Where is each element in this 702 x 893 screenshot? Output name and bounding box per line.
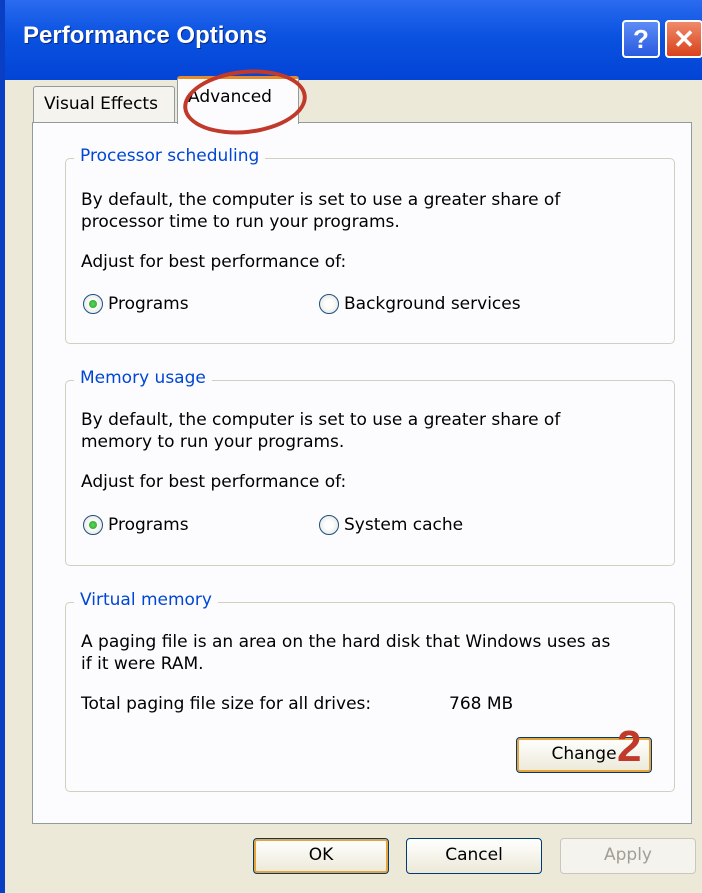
processor-background-label[interactable]: Background services xyxy=(344,293,521,315)
cancel-button[interactable]: Cancel xyxy=(406,838,542,874)
close-button[interactable]: ✕ xyxy=(665,20,702,58)
ok-button[interactable]: OK xyxy=(253,838,389,874)
apply-button-label: Apply xyxy=(604,845,652,865)
help-button[interactable]: ? xyxy=(622,20,660,58)
title-bar[interactable]: Performance Options ? ✕ xyxy=(5,0,702,80)
radio-selected-dot xyxy=(89,300,97,308)
memory-system-cache-label[interactable]: System cache xyxy=(344,514,463,536)
processor-background-radio[interactable] xyxy=(319,294,339,314)
annotation-step-two: 2 xyxy=(617,722,642,771)
radio-selected-dot xyxy=(89,521,97,529)
processor-desc-line1: By default, the computer is set to use a… xyxy=(81,190,561,210)
memory-usage-legend: Memory usage xyxy=(74,368,212,388)
virtual-memory-group: Virtual memory A paging file is an area … xyxy=(65,590,675,792)
apply-button[interactable]: Apply xyxy=(560,838,696,874)
memory-programs-label[interactable]: Programs xyxy=(108,514,189,536)
memory-desc-line2: memory to run your programs. xyxy=(81,432,345,452)
close-icon: ✕ xyxy=(673,24,695,54)
processor-programs-radio[interactable] xyxy=(83,294,103,314)
memory-adjust-label: Adjust for best performance of: xyxy=(81,472,347,492)
processor-scheduling-legend: Processor scheduling xyxy=(74,146,266,166)
cancel-button-label: Cancel xyxy=(445,845,503,865)
processor-adjust-label: Adjust for best performance of: xyxy=(81,252,347,272)
memory-desc-line1: By default, the computer is set to use a… xyxy=(81,410,561,430)
processor-desc-line2: processor time to run your programs. xyxy=(81,212,400,232)
tab-visual-effects[interactable]: Visual Effects xyxy=(33,86,175,122)
memory-programs-radio[interactable] xyxy=(83,515,103,535)
memory-usage-group: Memory usage By default, the computer is… xyxy=(65,368,675,566)
ok-button-label: OK xyxy=(308,845,334,865)
paging-total-value: 768 MB xyxy=(449,694,514,714)
processor-scheduling-group: Processor scheduling By default, the com… xyxy=(65,146,675,344)
virtual-memory-legend: Virtual memory xyxy=(74,590,218,610)
help-icon: ? xyxy=(633,24,649,54)
virtual-desc-line2: if it were RAM. xyxy=(81,654,204,674)
processor-programs-label[interactable]: Programs xyxy=(108,293,189,315)
tab-visual-effects-label: Visual Effects xyxy=(44,94,158,114)
paging-total-label: Total paging file size for all drives: xyxy=(81,694,372,714)
change-button-label: Change xyxy=(551,744,617,764)
performance-options-dialog: Performance Options ? ✕ Visual Effects A… xyxy=(0,0,702,893)
memory-system-cache-radio[interactable] xyxy=(319,515,339,535)
virtual-desc-line1: A paging file is an area on the hard dis… xyxy=(81,632,611,652)
dialog-title: Performance Options xyxy=(23,22,268,49)
